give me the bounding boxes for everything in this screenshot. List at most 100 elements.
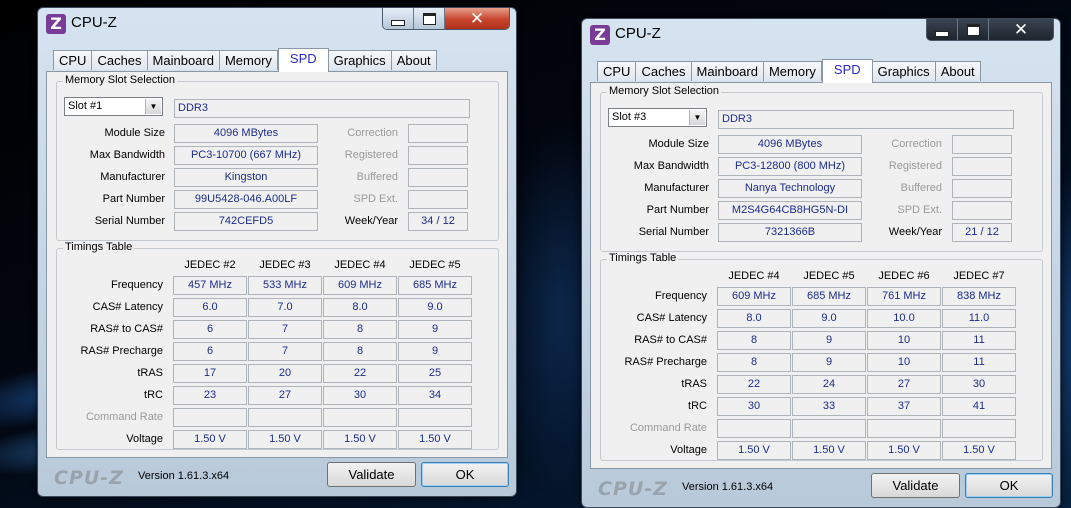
spd-ext-value — [408, 190, 468, 209]
timing-column-header: JEDEC #5 — [409, 259, 461, 271]
tab-caches[interactable]: Caches — [92, 50, 148, 70]
tab-graphics[interactable]: Graphics — [328, 50, 392, 70]
timing-cell: 22 — [323, 364, 397, 383]
buffered-value — [952, 179, 1012, 198]
tab-cpu[interactable]: CPU — [53, 50, 93, 70]
tab-graphics[interactable]: Graphics — [872, 61, 936, 81]
tab-about[interactable]: About — [935, 61, 981, 81]
timing-cell: 1.50 V — [398, 430, 472, 449]
timing-cell — [323, 408, 397, 427]
timing-column-header: JEDEC #3 — [259, 259, 311, 271]
spd-panel: Memory Slot Selection Slot #1 ▼ DDR3 Mod… — [46, 71, 508, 458]
timing-cell: 8 — [323, 320, 397, 339]
timing-cell: 8 — [717, 331, 791, 350]
tab-spd[interactable]: SPD — [277, 48, 329, 72]
correction-label: Correction — [347, 127, 398, 139]
timing-row-label: RAS# to CAS# — [634, 334, 707, 346]
serial-number-label: Serial Number — [638, 226, 709, 238]
timing-cell: 9 — [398, 342, 472, 361]
serial-number-value: 742CEFD5 — [174, 212, 318, 231]
tab-bar: CPU Caches Mainboard Memory SPD Graphics… — [53, 48, 437, 72]
timings-table: JEDEC #2 JEDEC #3 JEDEC #4 JEDEC #5 Frequenc… — [57, 249, 498, 449]
slot-select[interactable]: Slot #3 ▼ — [608, 108, 707, 127]
timing-cell: 41 — [942, 397, 1016, 416]
close-button[interactable]: ✕ — [989, 19, 1053, 40]
ok-button[interactable]: OK — [421, 462, 509, 487]
timing-cell: 23 — [173, 386, 247, 405]
tab-memory[interactable]: Memory — [219, 50, 278, 70]
version-text: Version 1.61.3.x64 — [682, 481, 774, 493]
tab-about[interactable]: About — [391, 50, 437, 70]
title-bar[interactable]: Z CPU-Z ✕ — [38, 8, 516, 38]
timing-cell: 457 MHz — [173, 276, 247, 295]
memory-slot-group: Memory Slot Selection Slot #1 ▼ DDR3 Mod… — [56, 74, 499, 241]
footer: CPU-Z Version 1.61.3.x64 Validate OK — [38, 458, 516, 496]
timing-cell: 6 — [173, 320, 247, 339]
serial-number-value: 7321366B — [718, 223, 862, 242]
group-title: Memory Slot Selection — [63, 74, 178, 86]
close-button[interactable]: ✕ — [445, 8, 509, 29]
timing-cell — [173, 408, 247, 427]
cpuz-app-icon: Z — [46, 14, 66, 34]
timing-column-header: JEDEC #4 — [728, 270, 780, 282]
slot-select[interactable]: Slot #1 ▼ — [64, 97, 163, 116]
max-bandwidth-value: PC3-10700 (667 MHz) — [174, 146, 318, 165]
version-text: Version 1.61.3.x64 — [138, 470, 230, 482]
correction-value — [408, 124, 468, 143]
chevron-down-icon[interactable]: ▼ — [689, 110, 705, 125]
manufacturer-value: Nanya Technology — [718, 179, 862, 198]
timings-table-group: Timings Table JEDEC #4 JEDEC #5 JEDEC #6 JE… — [600, 252, 1043, 461]
correction-value — [952, 135, 1012, 154]
timing-cell — [867, 419, 941, 438]
timing-cell: 10.0 — [867, 309, 941, 328]
tab-memory[interactable]: Memory — [763, 61, 822, 81]
title-bar[interactable]: Z CPU-Z ✕ — [582, 19, 1060, 49]
module-size-value: 4096 MBytes — [174, 124, 318, 143]
week-year-label: Week/Year — [888, 226, 942, 238]
timing-cell: 1.50 V — [792, 441, 866, 460]
timing-cell: 9 — [792, 353, 866, 372]
timing-row-label: Command Rate — [85, 411, 163, 423]
timing-cell: 11 — [942, 331, 1016, 350]
timing-cell: 22 — [717, 375, 791, 394]
spd-ext-label: SPD Ext. — [353, 193, 398, 205]
tab-spd[interactable]: SPD — [821, 59, 873, 83]
max-bandwidth-value: PC3-12800 (800 MHz) — [718, 157, 862, 176]
tab-mainboard[interactable]: Mainboard — [147, 50, 220, 70]
timing-row-label: RAS# Precharge — [80, 345, 163, 357]
module-size-label: Module Size — [648, 138, 709, 150]
timing-cell: 609 MHz — [323, 276, 397, 295]
timing-cell: 7 — [248, 320, 322, 339]
window-title: CPU-Z — [615, 25, 661, 42]
timing-cell: 20 — [248, 364, 322, 383]
timing-cell: 6.0 — [173, 298, 247, 317]
validate-button[interactable]: Validate — [871, 473, 960, 498]
tab-cpu[interactable]: CPU — [597, 61, 637, 81]
chevron-down-icon[interactable]: ▼ — [145, 99, 161, 114]
timing-cell: 11.0 — [942, 309, 1016, 328]
timing-cell: 27 — [867, 375, 941, 394]
timing-cell: 33 — [792, 397, 866, 416]
timing-cell: 9 — [398, 320, 472, 339]
timing-cell: 9.0 — [792, 309, 866, 328]
timing-cell — [248, 408, 322, 427]
ok-button[interactable]: OK — [965, 473, 1053, 498]
week-year-label: Week/Year — [344, 215, 398, 227]
timing-column-header: JEDEC #7 — [953, 270, 1005, 282]
week-year-value: 21 / 12 — [952, 223, 1012, 242]
timing-cell: 1.50 V — [867, 441, 941, 460]
maximize-button[interactable] — [414, 8, 445, 29]
maximize-button[interactable] — [958, 19, 989, 40]
timing-cell: 7.0 — [248, 298, 322, 317]
validate-button[interactable]: Validate — [327, 462, 416, 487]
tab-caches[interactable]: Caches — [636, 61, 692, 81]
memory-type-value: DDR3 — [718, 110, 1014, 129]
tab-mainboard[interactable]: Mainboard — [691, 61, 764, 81]
timing-cell: 9.0 — [398, 298, 472, 317]
timing-row-label: Voltage — [126, 433, 163, 445]
minimize-button[interactable] — [383, 8, 414, 29]
serial-number-label: Serial Number — [94, 215, 165, 227]
timing-cell: 609 MHz — [717, 287, 791, 306]
manufacturer-label: Manufacturer — [644, 182, 709, 194]
minimize-button[interactable] — [927, 19, 958, 40]
